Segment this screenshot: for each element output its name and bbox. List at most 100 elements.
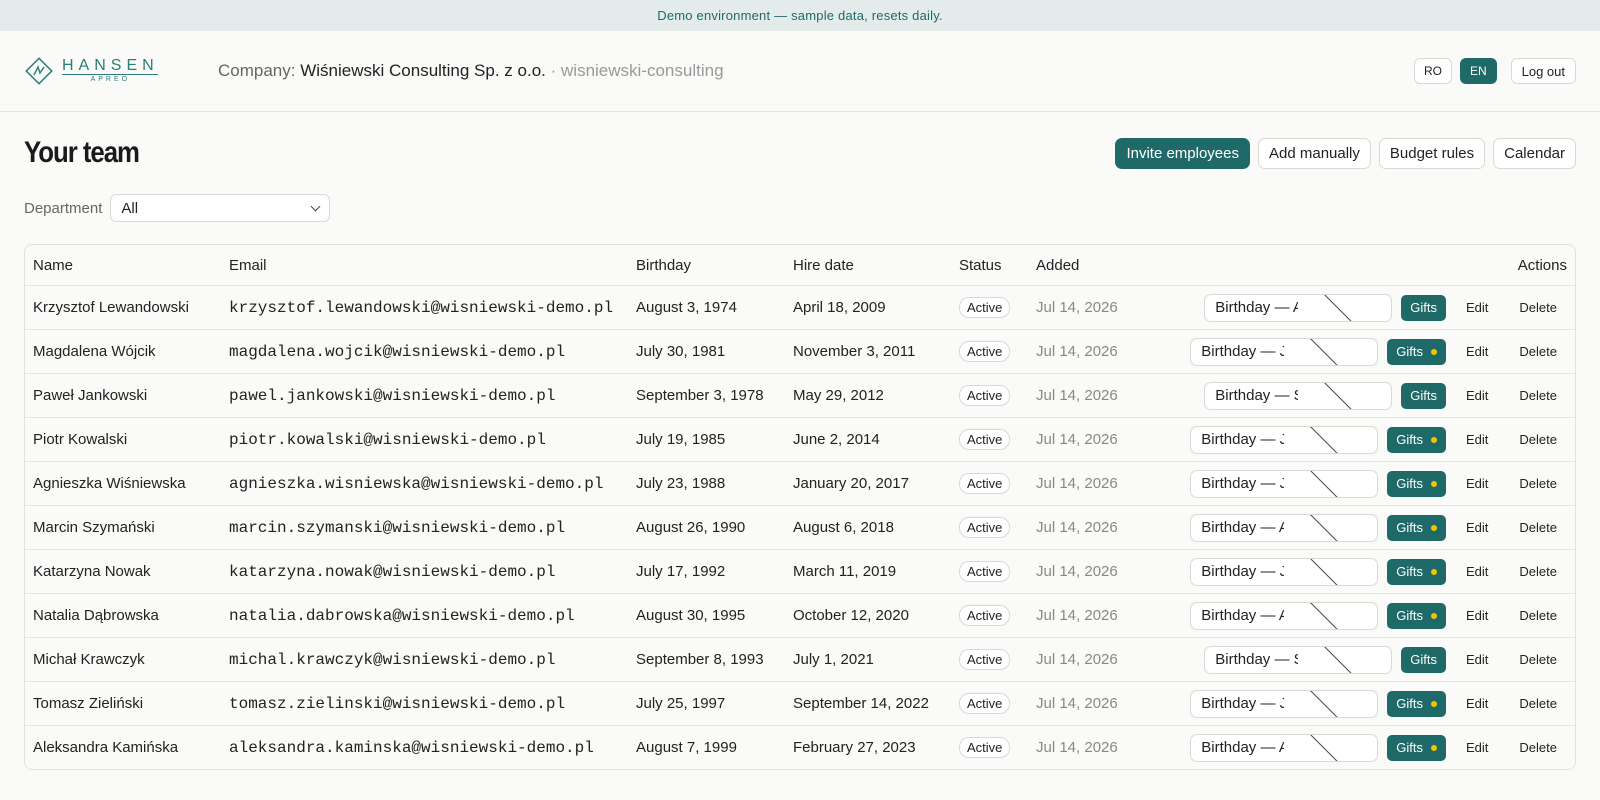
delete-button[interactable]: Delete [1519,740,1557,755]
employee-email: agnieszka.wisniewska@wisniewski-demo.pl [229,474,604,493]
chevron-down-icon [1293,338,1358,365]
top-header: HANSEN APREO Company: Wiśniewski Consult… [0,31,1600,112]
department-value: All [121,199,139,217]
gifts-label: Gifts [1396,344,1424,359]
table-row: Natalia Dąbrowska natalia.dabrowska@wisni… [25,593,1575,637]
edit-button[interactable]: Edit [1466,388,1488,403]
employee-hire-date: May 29, 2012 [793,387,884,404]
department-select[interactable]: All [110,194,331,222]
employee-email: marcin.szymanski@wisniewski-demo.pl [229,518,566,537]
delete-button[interactable]: Delete [1519,564,1557,579]
delete-button[interactable]: Delete [1519,520,1557,535]
employee-birthday: August 3, 1974 [636,299,737,316]
occasion-select[interactable]: Birthday — Jul 19, 20 [1190,425,1379,454]
company-info: Company: Wiśniewski Consulting Sp. z o.o… [218,61,724,81]
header-status[interactable]: Status [959,257,1002,274]
delete-button[interactable]: Delete [1519,344,1557,359]
gifts-button[interactable]: Gifts [1401,646,1447,673]
employee-added-date: Jul 14, 2026 [1036,519,1118,536]
delete-button[interactable]: Delete [1519,476,1557,491]
edit-button[interactable]: Edit [1466,564,1488,579]
employee-birthday: August 7, 1999 [636,739,737,756]
edit-button[interactable]: Edit [1466,476,1488,491]
gifts-label: Gifts [1410,300,1438,315]
employee-email: krzysztof.lewandowski@wisniewski-demo.pl [229,298,614,317]
language-ro-button[interactable]: RO [1413,58,1452,84]
edit-button[interactable]: Edit [1466,608,1488,623]
header-email[interactable]: Email [229,257,267,274]
occasion-select[interactable]: Birthday — Aug 30, [1190,601,1379,630]
edit-button[interactable]: Edit [1466,696,1488,711]
gifts-button[interactable]: Gifts [1387,558,1447,585]
department-label: Department [24,199,103,217]
employee-added-date: Jul 14, 2026 [1036,343,1118,360]
header-birthday[interactable]: Birthday [636,257,691,274]
delete-button[interactable]: Delete [1519,432,1557,447]
employee-added-date: Jul 14, 2026 [1036,695,1118,712]
occasion-select[interactable]: Birthday — Jul 23, 20 [1190,469,1379,498]
occasion-select[interactable]: Birthday — Aug 7, 2 [1190,733,1379,762]
delete-button[interactable]: Delete [1519,300,1557,315]
occasion-select[interactable]: Birthday — Jul 17, 20 [1190,557,1379,586]
employee-email: natalia.dabrowska@wisniewski-demo.pl [229,606,575,625]
employee-name: Agnieszka Wiśniewska [33,475,186,492]
occasion-select[interactable]: Birthday — Jul 30, 20 [1190,337,1379,366]
delete-button[interactable]: Delete [1519,652,1557,667]
gifts-button[interactable]: Gifts [1387,338,1447,365]
edit-button[interactable]: Edit [1466,344,1488,359]
delete-button[interactable]: Delete [1519,388,1557,403]
team-table: Name Email Birthday Hire date Status Add… [24,244,1576,770]
chevron-down-icon [1293,734,1358,761]
edit-button[interactable]: Edit [1466,300,1488,315]
logo-wordmark: HANSEN [62,57,159,74]
calendar-button[interactable]: Calendar [1493,137,1576,169]
occasion-select[interactable]: Birthday — Sep 3, 20 [1204,381,1393,410]
gifts-button[interactable]: Gifts [1401,382,1447,409]
logout-button[interactable]: Log out [1510,58,1576,84]
occasion-select[interactable]: Birthday — Sep 8, 20 [1204,645,1393,674]
edit-button[interactable]: Edit [1466,520,1488,535]
header-hire-date[interactable]: Hire date [793,257,854,274]
gifts-button[interactable]: Gifts [1387,602,1447,629]
gifts-button[interactable]: Gifts [1387,470,1447,497]
occasion-select[interactable]: Birthday — Aug 3, 2 [1204,293,1393,322]
delete-button[interactable]: Delete [1519,608,1557,623]
chevron-down-icon [1307,294,1372,321]
gifts-button[interactable]: Gifts [1387,514,1447,541]
add-manually-button[interactable]: Add manually [1258,137,1371,169]
edit-button[interactable]: Edit [1466,432,1488,447]
gifts-label: Gifts [1396,476,1424,491]
table-row: Marcin Szymański marcin.szymanski@wisniew… [25,505,1575,549]
demo-banner: Demo environment — sample data, resets d… [0,0,1600,31]
edit-button[interactable]: Edit [1466,740,1488,755]
gifts-button[interactable]: Gifts [1387,426,1447,453]
edit-button[interactable]: Edit [1466,652,1488,667]
employee-added-date: Jul 14, 2026 [1036,431,1118,448]
gifts-button[interactable]: Gifts [1387,734,1447,761]
employee-hire-date: January 20, 2017 [793,475,909,492]
delete-button[interactable]: Delete [1519,696,1557,711]
chevron-down-icon [310,201,321,211]
gifts-button[interactable]: Gifts [1401,294,1447,321]
logo-diamond-icon [25,57,53,85]
employee-added-date: Jul 14, 2026 [1036,651,1118,668]
language-en-button[interactable]: EN [1459,58,1497,84]
status-badge: Active [959,693,1011,714]
hansen-logo[interactable]: HANSEN APREO [24,56,194,86]
employee-added-date: Jul 14, 2026 [1036,475,1118,492]
employee-hire-date: February 27, 2023 [793,739,916,756]
gifts-button[interactable]: Gifts [1387,690,1447,717]
employee-hire-date: October 12, 2020 [793,607,909,624]
employee-hire-date: March 11, 2019 [793,563,897,580]
table-row: Piotr Kowalski piotr.kowalski@wisniewski-… [25,417,1575,461]
table-row: Michał Krawczyk michal.krawczyk@wisniewsk… [25,637,1575,681]
occasion-value: Birthday — Jul 23, 20 [1201,475,1284,492]
gifts-label: Gifts [1396,564,1424,579]
invite-employees-button[interactable]: Invite employees [1115,137,1250,169]
budget-rules-button[interactable]: Budget rules [1378,137,1486,169]
occasion-select[interactable]: Birthday — Aug 26, [1190,513,1379,542]
occasion-select[interactable]: Birthday — Jul 25, 20 [1190,689,1379,718]
header-added[interactable]: Added [1036,257,1079,274]
employee-email: michal.krawczyk@wisniewski-demo.pl [229,650,556,669]
header-name[interactable]: Name [33,257,73,274]
